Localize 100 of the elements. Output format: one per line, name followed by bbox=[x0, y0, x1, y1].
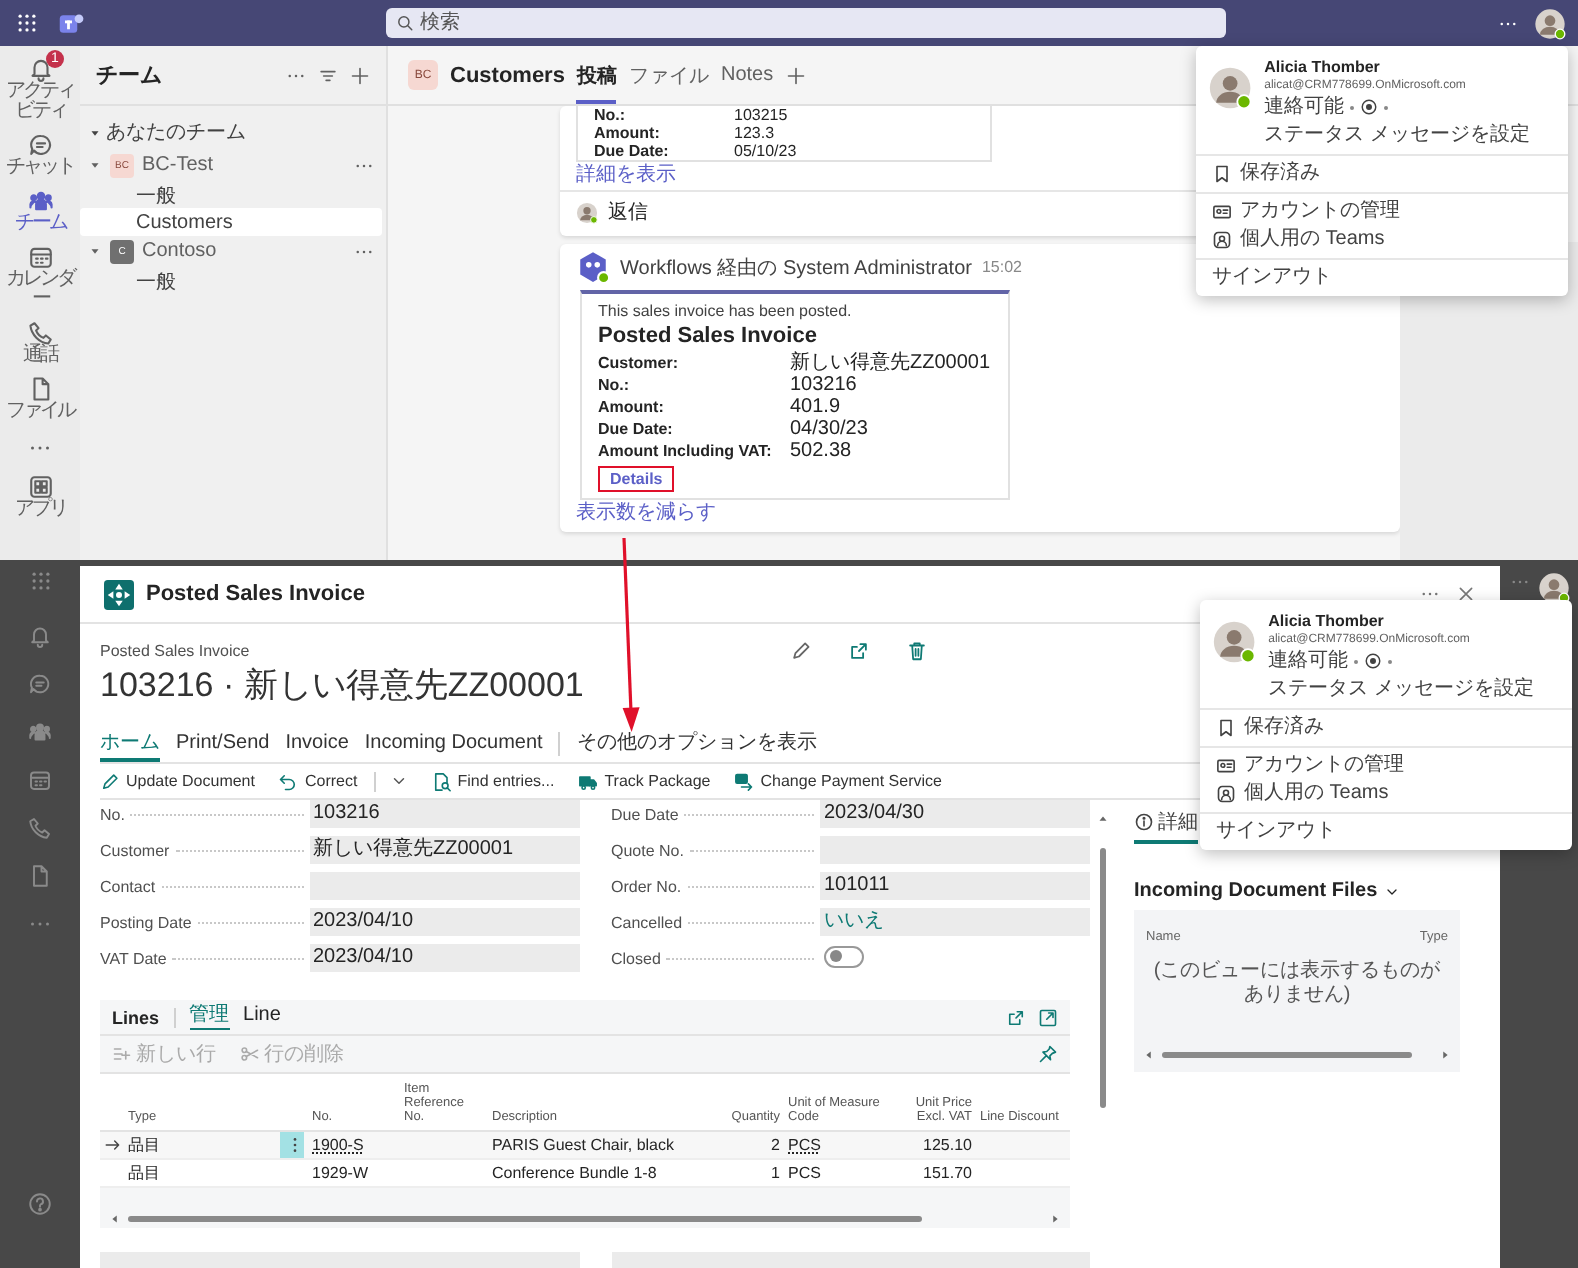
file-icon bbox=[28, 864, 52, 888]
scrollbar[interactable] bbox=[128, 1215, 922, 1221]
action-button[interactable]: Find entries... bbox=[431, 771, 555, 791]
menu-tab[interactable]: ホーム bbox=[100, 726, 160, 762]
caret-down-icon[interactable] bbox=[88, 244, 102, 258]
field-value: 2023/04/10 bbox=[309, 944, 579, 972]
caret-up-icon[interactable] bbox=[1095, 812, 1109, 826]
channel-tab[interactable]: ファイル bbox=[628, 46, 709, 104]
menu-item[interactable]: アカウントの管理 bbox=[1200, 752, 1572, 780]
factbox-title[interactable]: Incoming Document Files bbox=[1134, 880, 1460, 902]
row-menu-button[interactable] bbox=[280, 1132, 304, 1158]
caret-right-icon[interactable] bbox=[1438, 1047, 1452, 1061]
status-message-button[interactable]: ステータス メッセージを設定 bbox=[1264, 124, 1530, 146]
pin-icon[interactable] bbox=[1038, 1044, 1058, 1064]
caret-left-icon[interactable] bbox=[1142, 1047, 1156, 1061]
trash-icon[interactable] bbox=[905, 640, 928, 662]
availability-button[interactable]: 連絡可能 bbox=[1268, 650, 1349, 672]
card-icon bbox=[734, 771, 755, 791]
status-icon[interactable] bbox=[1360, 98, 1379, 116]
rail-item[interactable]: 通話 bbox=[2, 318, 78, 368]
menu-tab[interactable]: Incoming Document bbox=[364, 726, 543, 762]
plus-icon[interactable] bbox=[350, 65, 370, 85]
breadcrumb: Posted Sales Invoice bbox=[100, 642, 250, 660]
action-button[interactable]: Correct bbox=[278, 771, 408, 791]
channel-item[interactable]: 一般 bbox=[80, 180, 382, 208]
caret-down-icon[interactable] bbox=[88, 158, 102, 172]
toggle-switch[interactable] bbox=[824, 945, 864, 968]
channel-item[interactable]: 一般 bbox=[80, 266, 382, 294]
table-cell-text: 品目 bbox=[126, 1134, 162, 1156]
new-row-icon bbox=[112, 1044, 132, 1064]
table-cell-text: 125.10 bbox=[921, 1136, 974, 1154]
fact-label: Amount Including VAT: bbox=[598, 440, 774, 462]
pencil-icon[interactable] bbox=[789, 640, 812, 662]
apps-icon bbox=[27, 474, 53, 500]
menu-tab[interactable]: Print/Send bbox=[176, 726, 270, 762]
caret-left-icon[interactable] bbox=[108, 1211, 122, 1225]
fact-label: Due Date: bbox=[598, 418, 675, 440]
field-value: 101011 bbox=[820, 872, 1090, 900]
logo-icon[interactable] bbox=[58, 9, 86, 37]
find-icon bbox=[431, 771, 452, 791]
availability-button[interactable]: 連絡可能 bbox=[1264, 96, 1345, 118]
rail-item[interactable]: アプリ bbox=[2, 472, 78, 522]
cut-icon bbox=[240, 1044, 260, 1064]
field-label: Quote No. bbox=[611, 841, 684, 859]
menu-item[interactable]: 個人用の Teams bbox=[1196, 226, 1568, 254]
help-icon bbox=[28, 1192, 52, 1216]
grid-icon[interactable] bbox=[16, 12, 38, 34]
search-field[interactable]: 検索 bbox=[386, 8, 1226, 38]
lines-tab[interactable]: 管理 bbox=[189, 1004, 230, 1030]
sign-out-button[interactable]: サインアウト bbox=[1200, 818, 1572, 846]
calendar-icon bbox=[27, 244, 53, 270]
sign-out-button[interactable]: サインアウト bbox=[1196, 264, 1568, 292]
grid-icon bbox=[29, 569, 51, 591]
empty-message: (このビューには表示するものがありません) bbox=[1151, 957, 1443, 1010]
filter-icon[interactable] bbox=[318, 65, 338, 85]
avatar[interactable] bbox=[1534, 7, 1566, 39]
channel-tab[interactable]: Notes bbox=[720, 46, 774, 104]
channel-item[interactable]: Customers bbox=[80, 208, 382, 236]
field-label: Posting Date bbox=[100, 913, 192, 931]
rail-item[interactable]: チーム bbox=[2, 186, 78, 236]
rail-item[interactable]: カレンダー bbox=[2, 242, 78, 312]
expand-icon[interactable] bbox=[1038, 1007, 1058, 1027]
menu-tab[interactable]: Invoice bbox=[285, 726, 349, 762]
id-card-icon bbox=[1216, 756, 1236, 776]
chat-icon bbox=[27, 132, 53, 158]
rail-item[interactable]: チャット bbox=[2, 130, 78, 180]
table-cell-text: Conference Bundle 1-8 bbox=[490, 1164, 659, 1182]
menu-item[interactable]: 保存済み bbox=[1200, 714, 1572, 742]
menu-item[interactable]: 保存済み bbox=[1196, 160, 1568, 188]
field-label: Customer bbox=[100, 841, 170, 859]
post-time: 15:02 bbox=[981, 258, 1022, 276]
close-icon[interactable] bbox=[1456, 584, 1476, 604]
caret-right-icon[interactable] bbox=[1048, 1211, 1062, 1225]
menu-item[interactable]: 個人用の Teams bbox=[1200, 780, 1572, 808]
action-button[interactable]: Update Document bbox=[100, 771, 255, 791]
share-icon[interactable] bbox=[1006, 1007, 1026, 1027]
show-less-link[interactable]: 表示数を減らす bbox=[576, 500, 1400, 528]
action-button[interactable]: Track Package bbox=[578, 771, 711, 791]
field-label: No. bbox=[100, 805, 125, 823]
status-icon[interactable] bbox=[1364, 652, 1383, 670]
fact-label: Amount: bbox=[598, 396, 666, 418]
calendar-icon bbox=[28, 768, 52, 792]
plus-icon[interactable] bbox=[785, 65, 806, 85]
field-value: 103216 bbox=[309, 800, 579, 828]
lines-tab[interactable]: Line bbox=[243, 1004, 281, 1030]
caret-down-icon[interactable] bbox=[88, 125, 102, 139]
action-button[interactable]: Change Payment Service bbox=[734, 771, 942, 791]
status-message-button[interactable]: ステータス メッセージを設定 bbox=[1268, 678, 1534, 700]
rail-item[interactable]: ファイル bbox=[2, 374, 78, 424]
logo-icon bbox=[104, 579, 134, 609]
field-value[interactable]: いいえ bbox=[820, 908, 1090, 936]
details-button[interactable]: Details bbox=[598, 466, 675, 492]
window-title: Posted Sales Invoice bbox=[146, 582, 365, 606]
post-author: Workflows 経由の System Administrator bbox=[620, 255, 972, 281]
scrollbar[interactable] bbox=[1099, 848, 1105, 1108]
scrollbar[interactable] bbox=[1162, 1051, 1412, 1057]
share-icon[interactable] bbox=[847, 640, 870, 662]
more-options-button[interactable]: その他のオプションを表示 bbox=[576, 726, 817, 762]
phone-icon bbox=[27, 320, 53, 346]
bell-icon bbox=[27, 56, 53, 82]
